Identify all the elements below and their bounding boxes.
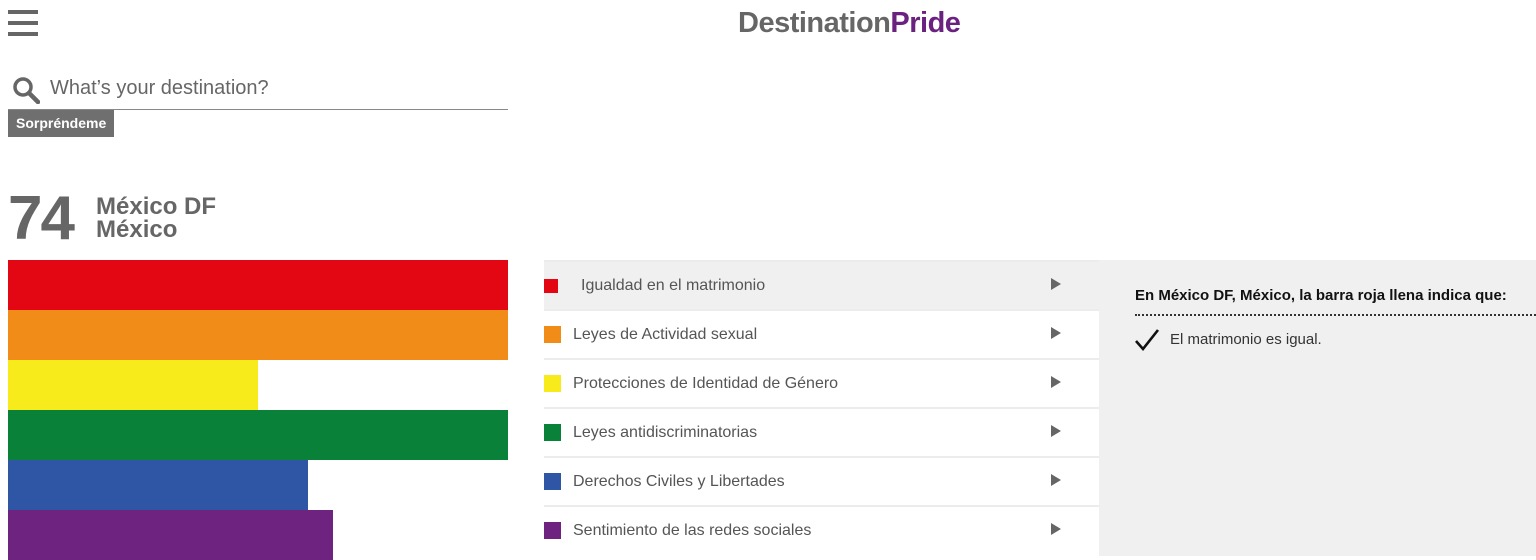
play-arrow-icon [1051, 278, 1061, 290]
category-label: Igualdad en el matrimonio [581, 276, 766, 294]
category-civil-rights-liberties[interactable]: Derechos Civiles y Libertades [544, 456, 1099, 505]
dotted-divider [1135, 314, 1536, 316]
play-arrow-icon [1051, 327, 1061, 339]
category-label: Leyes de Actividad sexual [573, 325, 758, 343]
destination-score: 74 [8, 184, 75, 253]
play-arrow-icon [1051, 523, 1061, 535]
category-color-swatch [544, 326, 561, 343]
category-list: Igualdad en el matrimonio Leyes de Activ… [544, 260, 1099, 554]
info-item-text: El matrimonio es igual. [1170, 331, 1322, 348]
category-social-media-sentiment[interactable]: Sentimiento de las redes sociales [544, 505, 1099, 554]
category-sexual-activity-laws[interactable]: Leyes de Actividad sexual [544, 309, 1099, 358]
logo[interactable]: DestinationPride [738, 4, 961, 42]
logo-part-pride: Pride [890, 7, 961, 39]
checkmark-icon [1135, 329, 1160, 352]
category-label: Derechos Civiles y Libertades [573, 472, 785, 490]
score-bar-sexual-activity[interactable] [8, 310, 508, 360]
destination-city: México DF [96, 193, 217, 220]
score-bar-civil-rights[interactable] [8, 460, 308, 510]
category-info-panel: En México DF, México, la barra roja llen… [1099, 260, 1536, 556]
category-color-swatch [544, 473, 561, 490]
search-input[interactable] [50, 73, 500, 103]
search-icon[interactable] [12, 76, 40, 104]
category-color-swatch [544, 375, 561, 392]
play-arrow-icon [1051, 474, 1061, 486]
category-color-swatch [544, 424, 561, 441]
category-gender-identity-protections[interactable]: Protecciones de Identidad de Género [544, 358, 1099, 407]
category-marriage-equality[interactable]: Igualdad en el matrimonio [544, 260, 1099, 309]
category-label: Sentimiento de las redes sociales [573, 521, 812, 539]
surprise-me-button[interactable]: Sorpréndeme [8, 110, 115, 137]
logo-part-destination: Destination [738, 7, 891, 39]
category-label: Protecciones de Identidad de Género [573, 374, 839, 392]
score-bar-gender-identity[interactable] [8, 360, 258, 410]
score-bar-social-sentiment[interactable] [8, 510, 333, 560]
info-panel-heading: En México DF, México, la barra roja llen… [1135, 287, 1507, 304]
rainbow-score-bars [8, 260, 508, 560]
search-bar [8, 70, 508, 110]
destination-name: México DF México [96, 193, 217, 243]
category-label: Leyes antidiscriminatorias [573, 423, 758, 441]
hamburger-menu-icon[interactable] [8, 10, 38, 36]
category-color-swatch [544, 278, 558, 293]
category-anti-discrimination-laws[interactable]: Leyes antidiscriminatorias [544, 407, 1099, 456]
destination-country: México [96, 216, 178, 243]
category-color-swatch [544, 522, 561, 539]
play-arrow-icon [1051, 425, 1061, 437]
play-arrow-icon [1051, 376, 1061, 388]
score-bar-marriage[interactable] [8, 260, 508, 310]
score-bar-anti-discrimination[interactable] [8, 410, 508, 460]
